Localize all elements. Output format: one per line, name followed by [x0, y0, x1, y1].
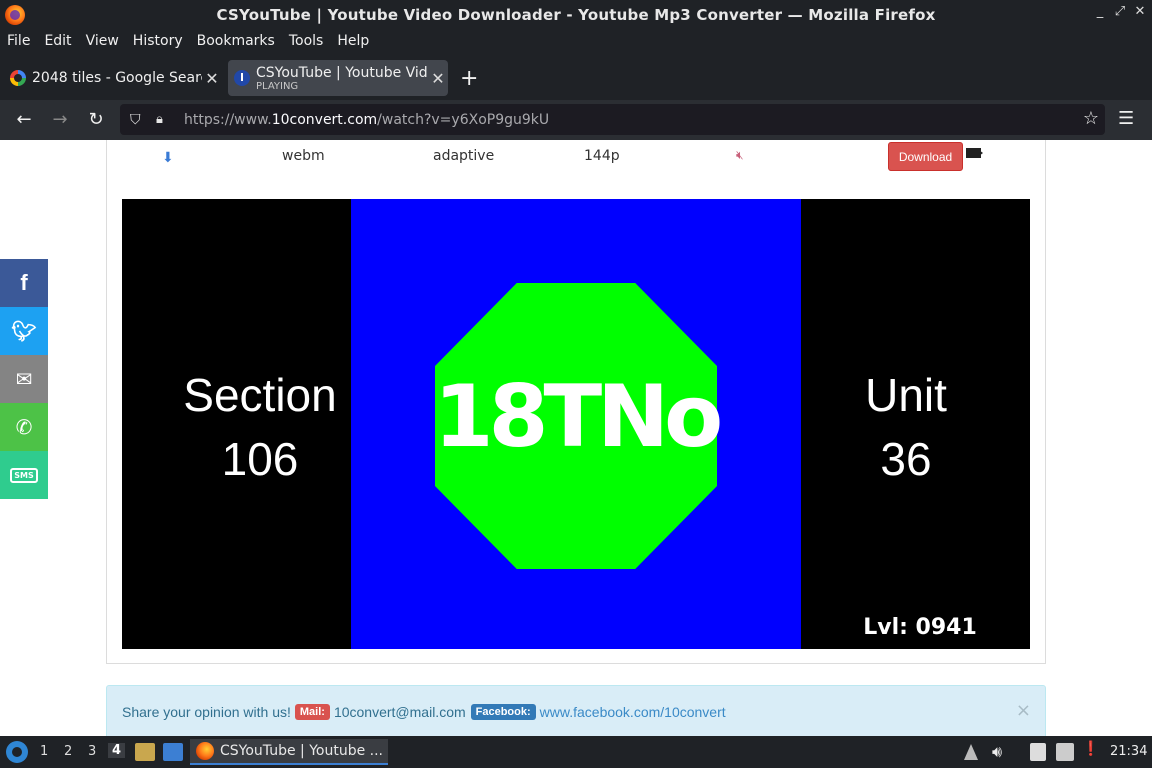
whatsapp-phone-icon: ✆	[15, 415, 33, 439]
window-title: CSYouTube | Youtube Video Downloader - Y…	[216, 6, 936, 24]
file-manager-icon[interactable]	[135, 743, 155, 761]
facebook-icon: f	[20, 270, 28, 295]
download-arrow-icon[interactable]: ⬇	[162, 150, 176, 166]
show-desktop-icon[interactable]	[163, 743, 183, 761]
workspace-1[interactable]: 1	[40, 744, 48, 759]
feedback-alert: Share your opinion with us! Mail: 10conv…	[106, 685, 1046, 736]
volume-icon[interactable]: 🔊︎	[992, 742, 1002, 761]
update-notification-icon[interactable]: ❗	[1082, 741, 1100, 759]
share-twitter-button[interactable]: 🐦︎	[0, 307, 48, 355]
alert-text: Share your opinion with us!	[122, 704, 291, 720]
menu-view[interactable]: View	[86, 33, 119, 49]
format-row: ⬇ webm adaptive 144p 🔇︎ Download	[107, 140, 1047, 174]
shield-icon[interactable]: ⛉	[130, 112, 146, 128]
workspace-4[interactable]: 4	[108, 743, 126, 758]
reload-button[interactable]: ↻	[84, 108, 108, 132]
new-tab-button[interactable]: +	[460, 66, 478, 91]
facebook-link[interactable]: www.facebook.com/10convert	[540, 704, 726, 720]
tab-google-search[interactable]: 2048 tiles - Google Search ✕	[4, 60, 222, 96]
share-email-button[interactable]: ✉	[0, 355, 48, 403]
sms-icon: SMS	[10, 467, 38, 483]
video-level-text: Lvl: 0941	[863, 615, 977, 640]
lock-icon[interactable]: 🔒︎	[156, 112, 170, 127]
hamburger-menu-icon[interactable]: ☰	[1118, 108, 1134, 129]
start-menu-icon[interactable]	[6, 741, 28, 763]
tab-close-icon[interactable]: ✕	[428, 69, 448, 88]
menu-bar: File Edit View History Bookmarks Tools H…	[0, 30, 1152, 52]
share-whatsapp-button[interactable]: ✆	[0, 403, 48, 451]
network-icon[interactable]	[1056, 743, 1074, 761]
type-cell: adaptive	[433, 148, 495, 164]
taskbar-window-title: CSYouTube | Youtube ...	[220, 743, 384, 759]
navigation-bar: ← → ↻ ⛉ 🔒︎ https://www.10convert.com/wat…	[0, 100, 1152, 140]
workspace-3[interactable]: 3	[88, 744, 96, 759]
mail-badge: Mail:	[294, 704, 330, 720]
share-facebook-button[interactable]: f	[0, 259, 48, 307]
back-button[interactable]: ←	[12, 108, 36, 132]
firefox-icon	[196, 742, 214, 760]
system-taskbar: 1 2 3 4 CSYouTube | Youtube ... 🔊︎ ❗ 21:…	[0, 736, 1152, 768]
forward-button[interactable]: →	[48, 108, 72, 132]
url-bar[interactable]: ⛉ 🔒︎ https://www.10convert.com/watch?v=y…	[120, 104, 1105, 135]
alert-close-button[interactable]: ×	[1016, 700, 1031, 721]
muted-audio-icon: 🔇︎	[736, 148, 744, 162]
mail-address: 10convert@mail.com	[333, 704, 466, 720]
firefox-logo-icon	[5, 5, 25, 25]
tab-label: CSYouTube | Youtube Video Downloader	[256, 64, 428, 81]
tab-bar: 2048 tiles - Google Search ✕ CSYouTube |…	[0, 52, 1152, 100]
csyoutube-favicon-icon	[234, 70, 250, 86]
window-titlebar: CSYouTube | Youtube Video Downloader - Y…	[0, 0, 1152, 30]
bookmark-star-icon[interactable]: ☆	[1083, 108, 1099, 129]
twitter-bird-icon: 🐦︎	[11, 319, 37, 343]
video-player[interactable]: Section 106 18TNo Unit 36 Lvl: 0941	[122, 199, 1030, 649]
video-right-text: Unit 36	[865, 369, 947, 485]
minimize-button[interactable]: _	[1090, 4, 1110, 19]
envelope-icon: ✉	[15, 367, 33, 391]
google-favicon-icon	[10, 70, 26, 86]
taskbar-firefox-window[interactable]: CSYouTube | Youtube ...	[190, 739, 388, 765]
tab-playing-status: PLAYING	[256, 80, 299, 92]
menu-help[interactable]: Help	[337, 33, 369, 49]
share-sms-button[interactable]: SMS	[0, 451, 48, 499]
tray-expand-icon[interactable]	[964, 744, 978, 760]
url-text[interactable]: https://www.10convert.com/watch?v=y6XoP9…	[184, 112, 549, 128]
video-center-panel: 18TNo	[351, 199, 801, 649]
facebook-badge: Facebook:	[470, 704, 536, 720]
menu-edit[interactable]: Edit	[44, 33, 71, 49]
tab-label: 2048 tiles - Google Search	[32, 70, 202, 86]
tab-csyoutube[interactable]: CSYouTube | Youtube Video Downloader PLA…	[228, 60, 448, 96]
workspace-2[interactable]: 2	[64, 744, 72, 759]
menu-tools[interactable]: Tools	[289, 33, 324, 49]
video-center-text: 18TNo	[433, 367, 723, 467]
menu-history[interactable]: History	[133, 33, 183, 49]
quality-cell: 144p	[584, 148, 620, 164]
format-cell: webm	[282, 148, 325, 164]
menu-bookmarks[interactable]: Bookmarks	[197, 33, 275, 49]
close-window-button[interactable]: ✕	[1130, 4, 1150, 19]
clipboard-icon[interactable]	[1030, 743, 1046, 761]
tab-close-icon[interactable]: ✕	[202, 69, 222, 88]
download-button[interactable]: Download	[888, 142, 963, 171]
video-camera-icon	[966, 148, 981, 158]
maximize-button[interactable]: ⤢	[1110, 4, 1130, 19]
video-left-text: Section 106	[183, 369, 337, 485]
clock: 21:34	[1110, 744, 1148, 759]
page-content: ⬇ webm adaptive 144p 🔇︎ Download Section…	[0, 140, 1152, 736]
menu-file[interactable]: File	[7, 33, 30, 49]
